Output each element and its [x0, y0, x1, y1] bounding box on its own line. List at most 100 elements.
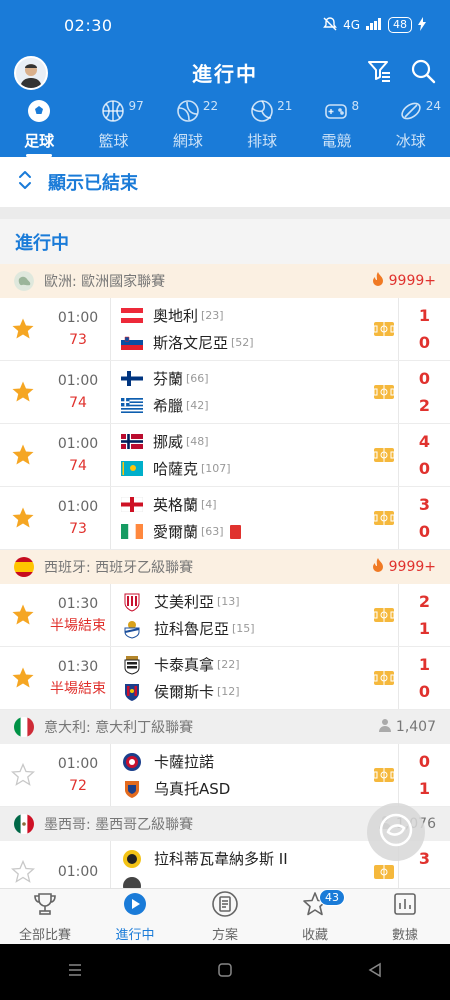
match-row[interactable]: 01:00 72 卡薩拉諾 乌真托ASD 0 1 — [0, 744, 450, 807]
live-field-icon[interactable] — [370, 865, 398, 879]
home-team: 挪威 [48] — [121, 431, 370, 453]
team-rank: [66] — [186, 372, 209, 385]
teams: 奧地利 [23] 斯洛文尼亞 [52] — [110, 298, 370, 360]
away-team: 哈薩克 [107] — [121, 458, 370, 480]
score: 1 0 — [398, 298, 450, 360]
tab-esports[interactable]: 8 電競 — [299, 95, 373, 157]
match-row[interactable]: 01:30 半場結束 艾美利亞 [13] 拉科魯尼亞 [15] 2 1 — [0, 584, 450, 647]
away-score: 0 — [418, 458, 431, 478]
team-name: 艾美利亞 — [154, 593, 215, 611]
nav-favorites[interactable]: 43 收藏 — [270, 889, 360, 944]
live-field-icon[interactable] — [370, 448, 398, 462]
nav-all-matches[interactable]: 全部比賽 — [0, 889, 90, 944]
team-rank: [22] — [217, 658, 240, 671]
avatar[interactable] — [14, 55, 48, 90]
filter-icon[interactable] — [366, 58, 392, 88]
match-row[interactable]: 01:00 74 芬蘭 [66] 希臘 [42] 0 2 — [0, 361, 450, 424]
favorite-star-icon[interactable] — [0, 666, 46, 690]
tab-soccer[interactable]: 足球 — [2, 95, 76, 157]
team-name: 卡泰真拿 — [154, 656, 215, 674]
tab-label: 電競 — [321, 132, 352, 150]
tab-tennis[interactable]: 22 網球 — [151, 95, 225, 157]
favorite-star-icon[interactable] — [0, 860, 46, 884]
home-score: 1 — [418, 654, 431, 674]
tennis-icon — [176, 99, 200, 127]
nav-data[interactable]: 數據 — [360, 889, 450, 944]
league-stat-value: 1,407 — [395, 719, 436, 735]
show-finished-toggle[interactable]: 顯示已結束 — [0, 157, 450, 207]
ireland-flag-icon — [121, 524, 143, 539]
league-header[interactable]: 歐洲: 歐洲國家聯賽 9999+ — [0, 264, 450, 298]
away-score: 1 — [418, 778, 431, 798]
fire-icon — [371, 272, 385, 290]
nav-label: 全部比賽 — [18, 927, 71, 943]
favorite-star-icon[interactable] — [0, 380, 46, 404]
sport-tabs: 足球 97 籃球 22 網球 21 排球 8 電競 24 冰球 — [0, 95, 450, 157]
score: 1 0 — [398, 647, 450, 709]
tab-volleyball[interactable]: 21 排球 — [225, 95, 299, 157]
score: 4 0 — [398, 424, 450, 486]
signal-icon — [366, 17, 382, 33]
live-field-icon[interactable] — [370, 768, 398, 782]
title-actions — [366, 58, 436, 88]
match-row[interactable]: 01:00 73 奧地利 [23] 斯洛文尼亞 [52] 1 0 — [0, 298, 450, 361]
match-time: 01:00 73 — [46, 496, 110, 540]
home-score: 2 — [418, 591, 431, 611]
mute-icon — [323, 16, 337, 34]
nav-live[interactable]: 進行中 — [90, 889, 180, 944]
match-status: 半場結束 — [50, 618, 106, 634]
search-icon[interactable] — [410, 58, 436, 88]
basketball-icon — [101, 99, 125, 127]
battery-indicator: 48 — [388, 17, 412, 33]
tab-basketball[interactable]: 97 籃球 — [76, 95, 150, 157]
favorite-star-icon[interactable] — [0, 763, 46, 787]
live-field-icon[interactable] — [370, 511, 398, 525]
home-score: 1 — [418, 305, 431, 325]
match-row[interactable]: 01:30 半場結束 卡泰真拿 [22] 侯爾斯卡 [12] 1 0 — [0, 647, 450, 710]
league-header[interactable]: 西班牙: 西班牙乙級聯賽 9999+ — [0, 550, 450, 584]
match-time: 01:00 — [46, 861, 110, 883]
floating-refresh-button[interactable] — [367, 803, 425, 861]
recent-apps-icon[interactable] — [65, 960, 85, 984]
team-name: 哈薩克 — [153, 460, 199, 478]
live-field-icon[interactable] — [370, 322, 398, 336]
favorite-star-icon[interactable] — [0, 603, 46, 627]
europe-flag-icon — [14, 271, 34, 291]
away-score: 0 — [418, 332, 431, 352]
favorite-star-icon[interactable] — [0, 317, 46, 341]
team-rank: [63] — [201, 525, 224, 538]
charging-icon — [418, 16, 426, 34]
back-icon[interactable] — [365, 960, 385, 984]
teams: 英格蘭 [4] 愛爾蘭 [63] — [110, 487, 370, 549]
teams: 挪威 [48] 哈薩克 [107] — [110, 424, 370, 486]
home-team: 奧地利 [23] — [121, 305, 370, 327]
away-score: 0 — [418, 521, 431, 541]
away-team: 拉科魯尼亞 [15] — [121, 618, 370, 640]
app-root: 02:30 4G 48 進行中 足球 97 籃球 22 網球 21 排球 8 電… — [0, 0, 450, 1000]
home-icon[interactable] — [215, 960, 235, 984]
live-field-icon[interactable] — [370, 671, 398, 685]
tab-label: 排球 — [247, 132, 278, 150]
match-row[interactable]: 01:00 73 英格蘭 [4] 愛爾蘭 [63] 3 0 — [0, 487, 450, 550]
greece-flag-icon — [121, 398, 143, 413]
home-team: 芬蘭 [66] — [121, 368, 370, 390]
match-row[interactable]: 01:00 74 挪威 [48] 哈薩克 [107] 4 0 — [0, 424, 450, 487]
team-rank: [107] — [201, 462, 231, 475]
live-field-icon[interactable] — [370, 608, 398, 622]
league-header[interactable]: 意大利: 意大利丁級聯賽 1,407 — [0, 710, 450, 744]
nav-plans[interactable]: 方案 — [180, 889, 270, 944]
match-minute: 74 — [69, 395, 87, 411]
live-field-icon[interactable] — [370, 385, 398, 399]
kickoff-time: 01:30 — [57, 596, 99, 612]
away-team: 乌真托ASD — [121, 778, 370, 800]
team-name: 拉科蒂瓦韋納多斯 II — [154, 850, 288, 868]
favorite-star-icon[interactable] — [0, 506, 46, 530]
tab-count: 97 — [128, 99, 144, 113]
favorite-star-icon[interactable] — [0, 443, 46, 467]
hockey-puck-icon — [399, 99, 423, 127]
home-score: 3 — [418, 848, 431, 868]
nav-label: 收藏 — [301, 927, 328, 943]
tab-hockey[interactable]: 24 冰球 — [374, 95, 448, 157]
teams: 卡薩拉諾 乌真托ASD — [110, 744, 370, 806]
lacoyotes-crest-icon — [123, 849, 141, 868]
